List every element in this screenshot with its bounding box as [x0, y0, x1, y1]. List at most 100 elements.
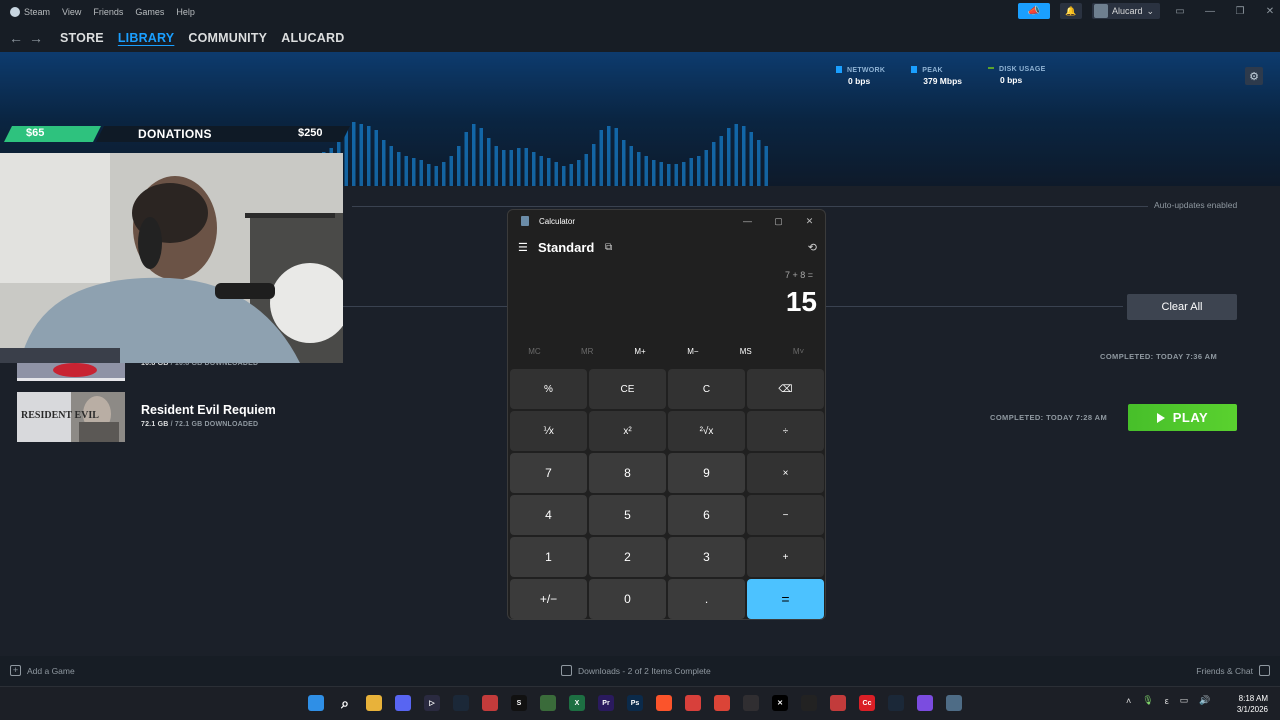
- digit-5-button[interactable]: 5: [589, 495, 666, 535]
- menu-friends[interactable]: Friends: [93, 7, 123, 17]
- digit-8-button[interactable]: 8: [589, 453, 666, 493]
- eu-app-icon[interactable]: [482, 695, 498, 711]
- clear-all-button[interactable]: Clear All: [1127, 294, 1237, 320]
- memory-button-2[interactable]: M+: [614, 347, 667, 361]
- app-icon[interactable]: [685, 695, 701, 711]
- notifications-button[interactable]: 🔔: [1059, 3, 1082, 19]
- download-settings-button[interactable]: ⚙: [1245, 67, 1263, 85]
- square-button[interactable]: x²: [589, 411, 666, 451]
- memory-button-5[interactable]: M˅: [772, 347, 825, 361]
- minimize-icon[interactable]: —: [1200, 6, 1220, 17]
- add-game-button[interactable]: + Add a Game: [10, 665, 75, 676]
- steam-icon[interactable]: [888, 695, 904, 711]
- digit-6-button[interactable]: 6: [668, 495, 745, 535]
- divide-button[interactable]: ÷: [747, 411, 824, 451]
- razer-icon[interactable]: S: [511, 695, 527, 711]
- clear-entry-button[interactable]: CE: [589, 369, 666, 409]
- announcements-button[interactable]: 📣: [1017, 3, 1050, 19]
- equals-button[interactable]: =: [747, 579, 824, 619]
- taskbar-clock[interactable]: 8:18 AM 3/1/2026: [1232, 693, 1268, 715]
- plus-button[interactable]: +: [747, 537, 824, 577]
- play-button[interactable]: PLAY: [1128, 404, 1237, 431]
- graph-bar: [382, 140, 386, 186]
- stat-peak: PEAK 379 Mbps: [911, 66, 962, 86]
- file-explorer-icon[interactable]: [366, 695, 382, 711]
- memory-button-1[interactable]: MR: [561, 347, 614, 361]
- roblox-icon[interactable]: [801, 695, 817, 711]
- digit-1-button[interactable]: 1: [510, 537, 587, 577]
- clear-button[interactable]: C: [668, 369, 745, 409]
- digit-9-button[interactable]: 9: [668, 453, 745, 493]
- search-icon[interactable]: ⌕: [337, 695, 353, 711]
- capcut-icon[interactable]: ✕: [772, 695, 788, 711]
- excel-icon[interactable]: X: [569, 695, 585, 711]
- friends-chat-button[interactable]: Friends & Chat: [1196, 665, 1270, 676]
- menu-games[interactable]: Games: [135, 7, 164, 17]
- close-icon[interactable]: ✕: [794, 210, 825, 232]
- graph-bar: [352, 122, 356, 186]
- memory-button-0[interactable]: MC: [508, 347, 561, 361]
- negate-button[interactable]: +/−: [510, 579, 587, 619]
- menu-help[interactable]: Help: [176, 7, 195, 17]
- minimize-icon[interactable]: —: [732, 210, 763, 232]
- steam-icon[interactable]: [453, 695, 469, 711]
- nav-store[interactable]: STORE: [60, 31, 104, 45]
- backspace-button[interactable]: ⌫: [747, 369, 824, 409]
- nav-library[interactable]: LIBRARY: [118, 31, 175, 45]
- digit-0-button[interactable]: 0: [589, 579, 666, 619]
- menu-steam[interactable]: Steam: [24, 7, 50, 17]
- keep-on-top-icon[interactable]: ⧉: [605, 242, 612, 253]
- calculator-keypad: % CE C ⌫ ⅟x x² ²√x ÷ 7 8 9 × 4 5 6− 1 2 3 + +/− 0. =: [510, 369, 824, 619]
- premiere-icon[interactable]: Pr: [598, 695, 614, 711]
- digit-7-button[interactable]: 7: [510, 453, 587, 493]
- media-player-icon[interactable]: ▷: [424, 695, 440, 711]
- chevron-up-icon[interactable]: ˄: [1126, 696, 1131, 706]
- multiply-button[interactable]: ×: [747, 453, 824, 493]
- big-picture-icon[interactable]: ▭: [1170, 6, 1190, 17]
- windows-start-icon[interactable]: [308, 695, 324, 711]
- digit-2-button[interactable]: 2: [589, 537, 666, 577]
- menu-view[interactable]: View: [62, 7, 81, 17]
- graph-bar: [764, 146, 768, 186]
- forward-arrow-icon[interactable]: →: [26, 30, 46, 46]
- maximize-icon[interactable]: ❐: [1230, 6, 1250, 17]
- back-arrow-icon[interactable]: ←: [6, 30, 26, 46]
- volume-icon[interactable]: 🔊: [1199, 695, 1210, 706]
- brave-icon[interactable]: [656, 695, 672, 711]
- history-icon[interactable]: ⟲: [808, 241, 817, 254]
- nav-community[interactable]: COMMUNITY: [188, 31, 267, 45]
- nav-profile[interactable]: ALUCARD: [281, 31, 344, 45]
- clock-date: 3/1/2026: [1236, 705, 1268, 714]
- memory-button-4[interactable]: MS: [719, 347, 772, 361]
- square-root-button[interactable]: ²√x: [668, 411, 745, 451]
- calculator-icon[interactable]: [946, 695, 962, 711]
- network-bar-icon: [836, 66, 842, 73]
- game-title[interactable]: Resident Evil Requiem: [141, 403, 276, 417]
- game-icon[interactable]: [540, 695, 556, 711]
- maximize-icon[interactable]: ▢: [763, 210, 794, 232]
- hamburger-menu-icon[interactable]: ☰: [518, 242, 528, 254]
- digit-4-button[interactable]: 4: [510, 495, 587, 535]
- obs-icon[interactable]: [743, 695, 759, 711]
- eu-app-icon[interactable]: [830, 695, 846, 711]
- network-icon[interactable]: ▭: [1180, 695, 1189, 706]
- user-menu-button[interactable]: Alucard ⌄: [1091, 3, 1160, 19]
- discord-icon[interactable]: [395, 695, 411, 711]
- close-icon[interactable]: ✕: [1260, 6, 1280, 17]
- decimal-button[interactable]: .: [668, 579, 745, 619]
- percent-button[interactable]: %: [510, 369, 587, 409]
- chat-icon: [1259, 665, 1270, 676]
- chrome-icon[interactable]: [714, 695, 730, 711]
- downloads-status-button[interactable]: Downloads - 2 of 2 Items Complete: [561, 665, 711, 676]
- reciprocal-button[interactable]: ⅟x: [510, 411, 587, 451]
- digit-3-button[interactable]: 3: [668, 537, 745, 577]
- microphone-icon[interactable]: 🎙: [1142, 695, 1153, 706]
- creative-cloud-icon[interactable]: Cc: [859, 695, 875, 711]
- calculator-titlebar[interactable]: Calculator — ▢ ✕: [508, 210, 825, 232]
- language-indicator[interactable]: ε: [1165, 696, 1169, 706]
- grid-app-icon[interactable]: [917, 695, 933, 711]
- minus-button[interactable]: −: [747, 495, 824, 535]
- windows-taskbar: ⌕ ▷ S X Pr Ps ✕ Cc ˄ 🎙 ε ▭ 🔊 8:18 AM 3/1/2026: [0, 686, 1280, 720]
- photoshop-icon[interactable]: Ps: [627, 695, 643, 711]
- memory-button-3[interactable]: M−: [666, 347, 719, 361]
